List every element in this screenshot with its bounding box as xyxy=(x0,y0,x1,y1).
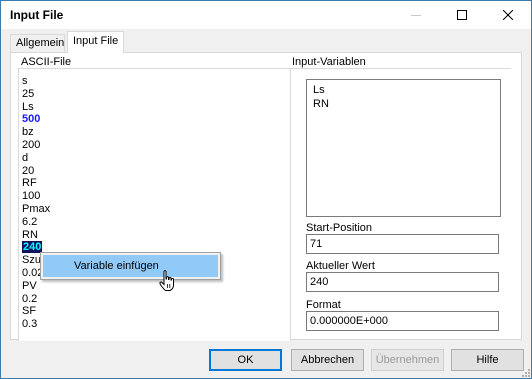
ascii-line[interactable]: SF xyxy=(22,305,50,318)
ascii-line[interactable]: RN xyxy=(22,229,50,242)
minimize-button[interactable] xyxy=(393,1,439,29)
close-button[interactable] xyxy=(485,1,531,29)
ascii-line[interactable]: 20 xyxy=(22,165,50,178)
ascii-lines: s 25 Ls 500 bz 200 d 20 RF 100 Pmax 6.2 RN 240 Szu 0.02… xyxy=(22,75,50,331)
ascii-line[interactable]: 500 xyxy=(22,113,50,126)
start-position-field[interactable]: 71 xyxy=(306,234,499,254)
input-variables-listbox[interactable]: Ls RN xyxy=(306,79,501,217)
input-variables-label: Input-Variablen xyxy=(292,56,366,68)
title-bar: Input File xyxy=(1,1,531,29)
ascii-line[interactable]: 100 xyxy=(22,190,50,203)
list-item[interactable]: Ls xyxy=(313,84,325,96)
ascii-file-label: ASCII-File xyxy=(21,56,72,68)
minimize-icon xyxy=(411,15,421,16)
format-field[interactable]: 0.000000E+000 xyxy=(306,311,499,331)
format-label: Format xyxy=(306,299,341,311)
ascii-line[interactable]: 0.3 xyxy=(22,318,50,331)
hand-cursor-icon xyxy=(159,270,174,291)
ascii-line[interactable]: bz xyxy=(22,126,50,139)
help-button[interactable]: Hilfe xyxy=(451,349,524,371)
close-icon xyxy=(503,10,513,20)
ascii-line[interactable]: RF xyxy=(22,177,50,190)
maximize-button[interactable] xyxy=(439,1,485,29)
ok-button[interactable]: OK xyxy=(209,349,282,371)
start-position-label: Start-Position xyxy=(306,222,373,234)
resize-grip-icon[interactable] xyxy=(521,368,531,378)
ascii-line[interactable]: 25 xyxy=(22,88,50,101)
ascii-line[interactable]: PV xyxy=(22,280,50,293)
cancel-button[interactable]: Abbrechen xyxy=(291,349,364,371)
tab-allgemein[interactable]: Allgemein xyxy=(10,34,65,52)
ascii-line[interactable]: Ls xyxy=(22,101,50,114)
maximize-icon xyxy=(457,10,467,20)
apply-button[interactable]: Übernehmen xyxy=(371,349,444,371)
window-title: Input File xyxy=(10,8,64,22)
list-item[interactable]: RN xyxy=(313,98,329,110)
ascii-line[interactable]: 0.2 xyxy=(22,293,50,306)
tab-input-file[interactable]: Input File xyxy=(67,31,124,53)
current-value-label: Aktueller Wert xyxy=(306,260,375,272)
context-menu: Variable einfügen xyxy=(40,252,221,280)
ascii-line[interactable]: 200 xyxy=(22,139,50,152)
current-value-field[interactable]: 240 xyxy=(306,272,499,292)
ascii-file-listbox[interactable]: s 25 Ls 500 bz 200 d 20 RF 100 Pmax 6.2 RN 240 Szu 0.02… xyxy=(18,68,291,341)
ascii-line[interactable]: 6.2 xyxy=(22,216,50,229)
ascii-line[interactable]: s xyxy=(22,75,50,88)
ascii-line[interactable]: Pmax xyxy=(22,203,50,216)
input-file-dialog: Input File Allgemein Input File ASCII-Fi… xyxy=(0,0,532,379)
menu-item-insert-variable[interactable]: Variable einfügen xyxy=(43,255,218,277)
ascii-line[interactable]: d xyxy=(22,152,50,165)
